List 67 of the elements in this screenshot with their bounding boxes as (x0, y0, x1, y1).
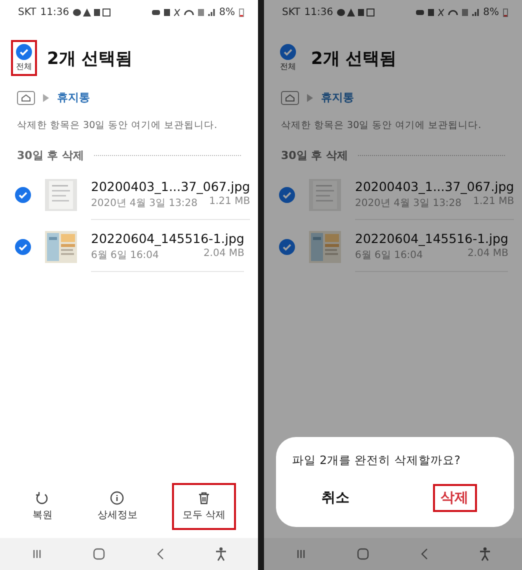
action-button[interactable]: 상세정보 (87, 483, 148, 530)
battery-percent: 8% (219, 6, 235, 18)
action-button[interactable]: 복원 (22, 483, 62, 530)
delete-button[interactable]: 삭제 (432, 484, 476, 512)
dialog-message: 파일 2개를 완전히 삭제할까요? (291, 452, 462, 468)
action-button[interactable]: 모두 삭제 (172, 483, 236, 530)
file-size: 2.04 MB (203, 248, 244, 261)
file-size: 1.21 MB (473, 196, 514, 209)
battery-icon (503, 8, 508, 16)
select-all-label: 전체 (280, 61, 296, 72)
file-name: 20200403_1...37_067.jpg (91, 179, 250, 194)
checkbox[interactable] (15, 187, 31, 203)
checkbox[interactable] (279, 187, 295, 203)
notification-icons (73, 8, 112, 16)
recent-apps-icon[interactable] (296, 549, 306, 559)
accessibility-icon[interactable] (478, 547, 490, 561)
retention-note: 삭제한 항목은 30일 동안 여기에 보관됩니다. (280, 119, 482, 132)
chevron-icon (43, 94, 49, 102)
select-all-label: 전체 (16, 61, 32, 72)
wifi-icon (184, 9, 194, 15)
info-icon (110, 491, 124, 505)
file-size: 1.21 MB (209, 196, 250, 209)
back-icon[interactable] (420, 548, 428, 560)
trash-icon (196, 491, 211, 505)
retention-note: 삭제한 항목은 30일 동안 여기에 보관됩니다. (16, 119, 218, 132)
chevron-icon (307, 94, 313, 102)
section-header: 30일 후 삭제 (281, 148, 348, 163)
signal-icon (208, 8, 216, 16)
restore-icon (35, 491, 50, 505)
file-date: 2020년 4월 3일 13:28 (355, 197, 462, 210)
mute-icon (438, 8, 444, 16)
selection-title: 2개 선택됨 (47, 48, 133, 70)
checkbox[interactable] (280, 44, 296, 60)
file-size: 2.04 MB (467, 248, 508, 261)
file-date: 6월 6일 16:04 (355, 249, 423, 262)
checkbox[interactable] (279, 239, 295, 255)
accessibility-icon[interactable] (214, 547, 226, 561)
file-name: 20220604_145516-1.jpg (355, 231, 508, 246)
wifi-icon (448, 9, 458, 15)
notification-icons (337, 8, 376, 16)
carrier-label: SKT (282, 6, 300, 18)
recent-apps-icon[interactable] (32, 549, 42, 559)
file-name: 20200403_1...37_067.jpg (355, 179, 514, 194)
checkbox[interactable] (16, 44, 32, 60)
file-name: 20220604_145516-1.jpg (91, 231, 244, 246)
home-folder-icon[interactable] (281, 90, 299, 104)
breadcrumb-link[interactable]: 휴지통 (57, 90, 90, 105)
cancel-button[interactable]: 취소 (314, 484, 358, 512)
signal-icon (472, 8, 480, 16)
battery-icon (239, 8, 244, 16)
select-all-checkbox[interactable]: 전체 (275, 40, 301, 76)
clock: 11:36 (40, 6, 70, 18)
home-folder-icon[interactable] (17, 90, 35, 104)
back-icon[interactable] (156, 548, 164, 560)
checkbox[interactable] (15, 239, 31, 255)
breadcrumb-link[interactable]: 휴지통 (321, 90, 354, 105)
home-icon[interactable] (92, 548, 104, 560)
clock: 11:36 (304, 6, 334, 18)
file-date: 6월 6일 16:04 (91, 249, 159, 262)
select-all-checkbox[interactable]: 전체 (11, 40, 37, 76)
selection-title: 2개 선택됨 (311, 48, 397, 70)
section-header: 30일 후 삭제 (17, 148, 84, 163)
home-icon[interactable] (356, 548, 368, 560)
carrier-label: SKT (18, 6, 36, 18)
battery-percent: 8% (483, 6, 499, 18)
file-date: 2020년 4월 3일 13:28 (91, 197, 198, 210)
mute-icon (174, 8, 180, 16)
